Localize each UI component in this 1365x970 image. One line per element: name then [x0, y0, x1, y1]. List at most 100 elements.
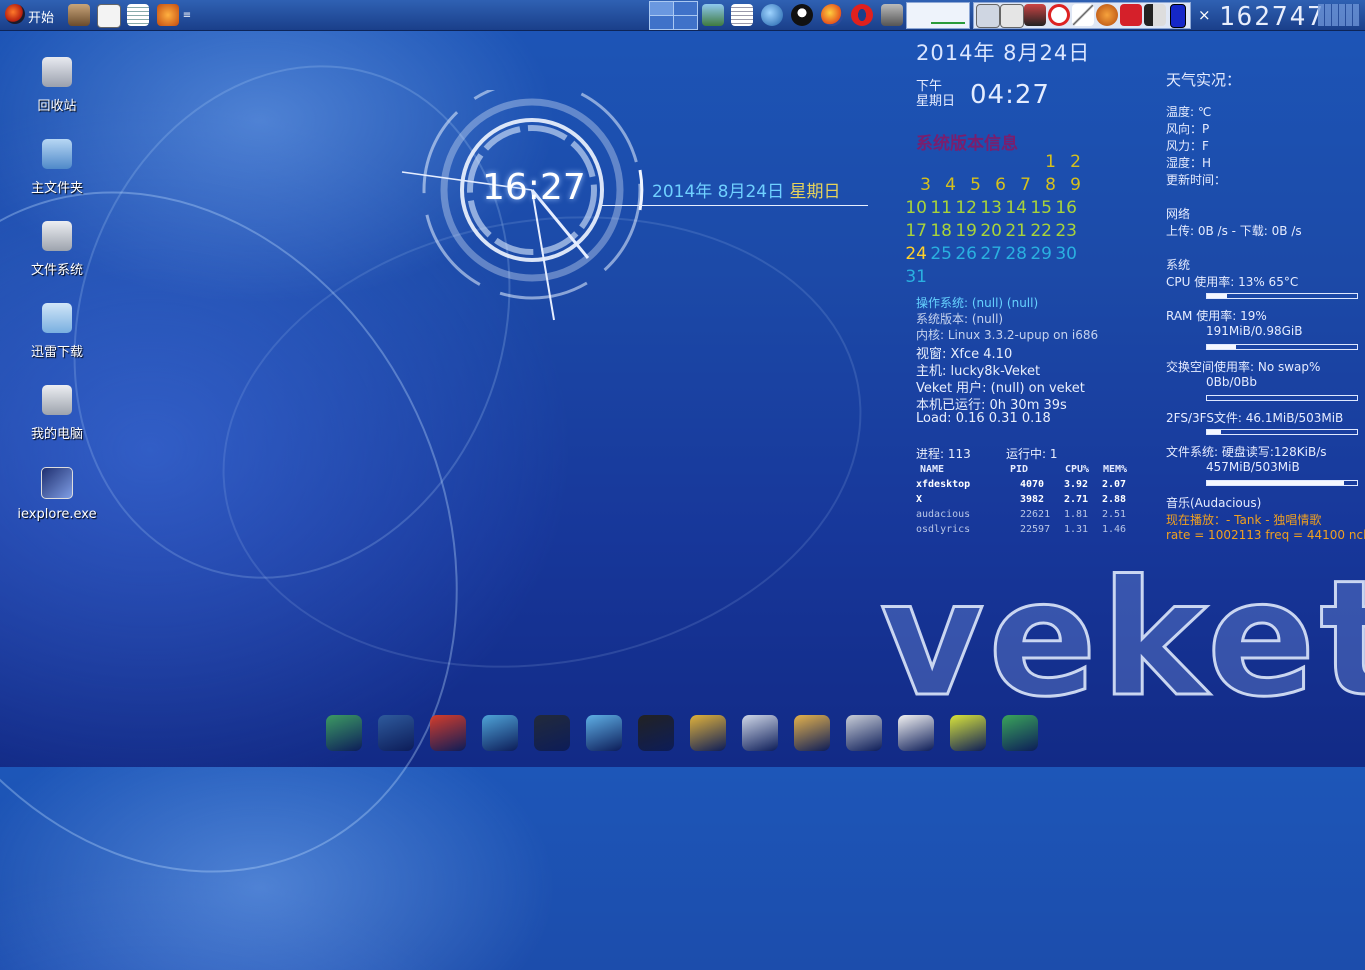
- desktop-icon-downloads[interactable]: 迅雷下载: [16, 303, 98, 360]
- flash-icon[interactable]: [1120, 4, 1142, 26]
- clock-digital-time: 16:27: [482, 167, 586, 208]
- usb-drive-icon[interactable]: [846, 715, 882, 751]
- clock-date-text: 2014年 8月24日: [652, 182, 785, 202]
- start-orb-icon[interactable]: [5, 4, 25, 24]
- qq-penguin-icon[interactable]: [791, 4, 813, 26]
- workspace-3[interactable]: [649, 15, 674, 30]
- net-speed: 上传: 0B /s - 下载: 0B /s: [1166, 224, 1302, 238]
- recycle-bin-icon: [42, 57, 72, 87]
- os-info: 操作系统: (null) (null): [916, 296, 1039, 310]
- file-manager-icon[interactable]: [326, 715, 362, 751]
- calendar-day: 11: [930, 198, 952, 218]
- desktop-icon-filesystem[interactable]: 文件系统: [16, 221, 98, 278]
- proc-cell-name: xfdesktop: [916, 479, 971, 490]
- calendar-day: 19: [955, 221, 977, 241]
- door-exit-icon[interactable]: [690, 715, 726, 751]
- conky-weekday: 星期日: [916, 94, 956, 109]
- calendar-day: 30: [1055, 244, 1077, 264]
- proc-cell-pid: 22621: [1020, 509, 1051, 520]
- desktop-icon-computer[interactable]: 我的电脑: [16, 385, 98, 442]
- now-playing: 现在播放：- Tank - 独唱情歌: [1166, 513, 1322, 527]
- media-icon[interactable]: [1024, 4, 1046, 26]
- ram-bar-fill: [1207, 345, 1236, 349]
- firefox-icon[interactable]: [821, 4, 843, 26]
- workspace-4[interactable]: [673, 15, 698, 30]
- exe-icon: [41, 467, 73, 499]
- monitor-icon[interactable]: [378, 715, 414, 751]
- workspace-2[interactable]: [673, 1, 698, 16]
- desktop-icon-iexplore[interactable]: iexplore.exe: [16, 467, 98, 522]
- volume-icon[interactable]: [1144, 4, 1166, 26]
- fs-bar: [1206, 480, 1358, 486]
- photo-viewer-icon[interactable]: [702, 4, 724, 26]
- cpu-graph-line: [931, 22, 965, 24]
- system-tray: [973, 2, 1191, 29]
- pager-grid-icon[interactable]: [1318, 4, 1360, 26]
- calendar-day: 29: [1030, 244, 1052, 264]
- calendar-day: 14: [1005, 198, 1027, 218]
- tux-face-icon[interactable]: [97, 4, 121, 28]
- qq-penguin-icon[interactable]: [638, 715, 674, 751]
- calendar-icon[interactable]: [898, 715, 934, 751]
- earth-icon[interactable]: [761, 4, 783, 26]
- drawing-icon[interactable]: [482, 715, 518, 751]
- fs-bar-fill: [1207, 481, 1344, 485]
- clipboard-icon[interactable]: [1000, 4, 1024, 28]
- calendar-day: 21: [1005, 221, 1027, 241]
- pen-icon[interactable]: [1072, 4, 1094, 26]
- battery-icon[interactable]: [1170, 4, 1186, 28]
- menu-icon[interactable]: ≡: [182, 3, 192, 27]
- game-icon[interactable]: [881, 4, 903, 26]
- media-player-icon[interactable]: [534, 715, 570, 751]
- clock-date: 2014年 8月24日 星期日: [652, 177, 841, 202]
- proc-cell-mem: 2.07: [1102, 479, 1127, 490]
- fs-usage: 文件系统: 硬盘读写:128KiB/s: [1166, 445, 1327, 459]
- desktop-icon-home[interactable]: 主文件夹: [16, 139, 98, 196]
- palette-icon[interactable]: [794, 715, 830, 751]
- calendar-day: 5: [970, 175, 981, 195]
- desktop-icon-recycle-bin[interactable]: 回收站: [16, 57, 98, 114]
- users-icon[interactable]: [586, 715, 622, 751]
- calendar-day: 24: [905, 244, 927, 264]
- cpu-monitor-graph[interactable]: [906, 2, 970, 29]
- proc-header: PID: [1010, 464, 1029, 475]
- cpu-usage: CPU 使用率: 13% 65°C: [1166, 275, 1299, 289]
- calendar-day: 25: [930, 244, 952, 264]
- hammer-icon[interactable]: [68, 4, 90, 26]
- calendar-day: 7: [1020, 175, 1031, 195]
- process-table: NAME PID CPU% MEM% xfdesktop 4070 3.92 2.07 X 398…: [916, 464, 1146, 544]
- no-entry-icon[interactable]: [1048, 4, 1070, 26]
- paint-icon[interactable]: [157, 4, 179, 26]
- conky-date: 2014年 8月24日: [916, 41, 1091, 65]
- close-icon[interactable]: ×: [1198, 6, 1211, 24]
- proc-cell-name: audacious: [916, 509, 971, 520]
- help-icon[interactable]: [950, 715, 986, 751]
- folder-icon: [42, 303, 72, 333]
- notepad-icon[interactable]: [731, 4, 753, 26]
- proc-header: NAME: [920, 464, 945, 475]
- desktop-icon-label: 迅雷下载: [30, 345, 83, 360]
- calendar-day: 1: [1045, 152, 1056, 172]
- sysver-info: 系统版本: (null): [916, 312, 1004, 326]
- calendar-day: 27: [980, 244, 1002, 264]
- proc-cell-mem: 2.88: [1102, 494, 1127, 505]
- calendar-day: 26: [955, 244, 977, 264]
- workspace-1[interactable]: [649, 1, 674, 16]
- kernel-info: 内核: Linux 3.3.2-upup on i686: [916, 328, 1099, 342]
- calculator-icon[interactable]: [976, 4, 1000, 28]
- camera-icon[interactable]: [1002, 715, 1038, 751]
- pet-icon[interactable]: [430, 715, 466, 751]
- start-button[interactable]: 开始: [28, 7, 54, 26]
- opera-icon[interactable]: [851, 4, 873, 26]
- paint-palette-icon[interactable]: [1096, 4, 1118, 26]
- fs2-bar-fill: [1207, 430, 1221, 434]
- proc-cell-cpu: 1.81: [1064, 509, 1089, 520]
- analog-clock-widget: [401, 90, 644, 321]
- presentation-icon[interactable]: [742, 715, 778, 751]
- calendar-day: 4: [945, 175, 956, 195]
- music-title: 音乐(Audacious): [1166, 496, 1262, 510]
- proc-cell-cpu: 2.71: [1064, 494, 1089, 505]
- home-folder-icon: [42, 139, 72, 169]
- computer-icon: [42, 385, 72, 415]
- text-editor-icon[interactable]: [127, 4, 149, 26]
